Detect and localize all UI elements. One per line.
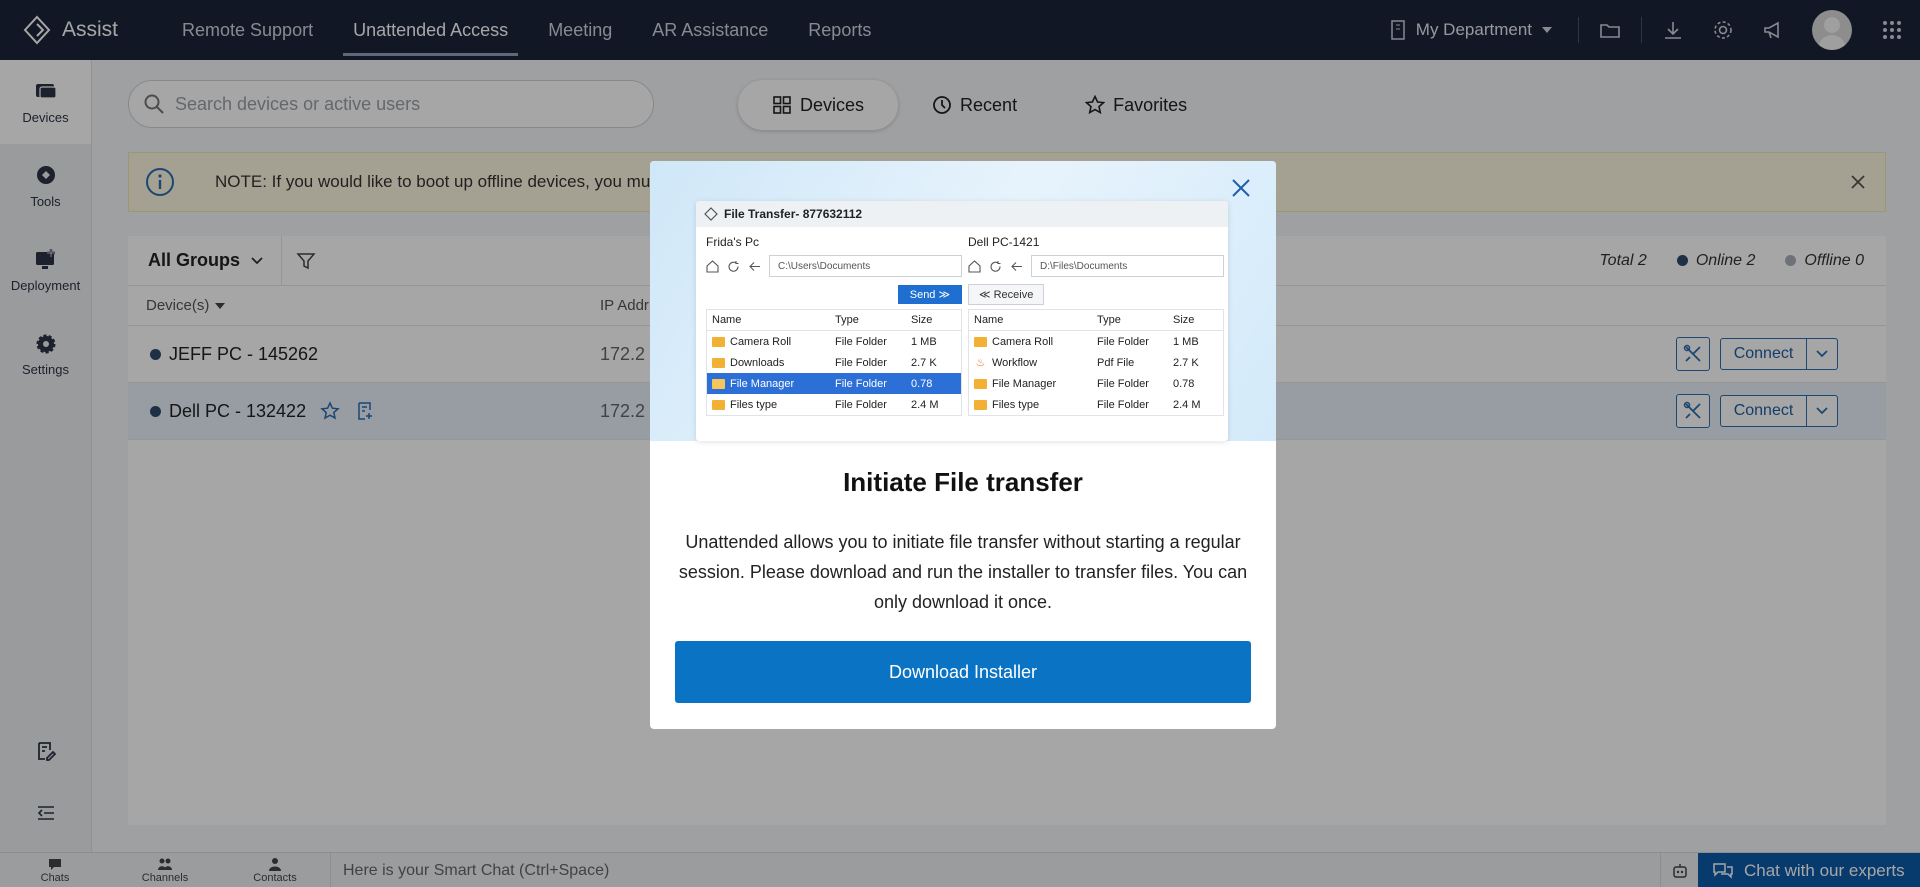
folder-icon (974, 336, 987, 347)
file-type: File Folder (835, 398, 887, 411)
file-transfer-preview: File Transfer- 877632112 Frida's Pc C:\U… (696, 201, 1228, 441)
file-name-cell: File Manager (707, 378, 831, 390)
name-header: Name (974, 314, 1004, 326)
receive-row: ≪ Receive (968, 279, 1224, 309)
file-name: Files type (992, 398, 1040, 411)
close-icon[interactable] (1228, 175, 1254, 201)
receive-label: ≪ Receive (968, 283, 1045, 305)
file-name-cell: Files type (707, 399, 831, 411)
file-name-cell: Camera Roll (707, 336, 831, 348)
file-type: File Folder (1097, 335, 1149, 348)
file-size: 2.4 M (1173, 398, 1201, 411)
refresh-icon (728, 260, 739, 272)
file-name-cell: ♨ Workflow (969, 356, 1093, 370)
file-size: 2.7 K (911, 356, 937, 369)
file-type: Pdf File (1097, 356, 1135, 369)
preview-remote-pane: Dell PC-1421 D:\Files\Documents ≪ Receiv… (968, 231, 1224, 416)
preview-local-pane: Frida's Pc C:\Users\Documents Send ≫ Nam… (706, 231, 962, 416)
local-path-row: C:\Users\Documents (706, 253, 962, 279)
file-size: 1 MB (911, 335, 937, 348)
modal-title: Initiate File transfer (843, 467, 1083, 497)
remote-file-list: Name Type Size Camera Roll File Folder 1… (968, 309, 1224, 416)
file-type: File Folder (1097, 377, 1149, 390)
file-row: File Manager File Folder 0.78 (969, 373, 1223, 394)
file-name: Camera Roll (730, 335, 792, 348)
file-name: Workflow (992, 356, 1038, 369)
folder-icon (974, 399, 987, 410)
folder-icon (712, 336, 725, 347)
refresh-icon (990, 260, 1001, 272)
home-icon (706, 259, 719, 273)
file-size: 2.4 M (911, 398, 939, 411)
send-row: Send ≫ (706, 279, 962, 309)
folder-icon (712, 378, 725, 389)
file-type: File Folder (835, 335, 887, 348)
remote-path: D:\Files\Documents (1031, 255, 1224, 277)
file-size: 0.78 (911, 377, 933, 390)
file-list-header: Name Type Size (969, 310, 1223, 331)
file-row: Camera Roll File Folder 1 MB (707, 331, 961, 352)
file-row: Files type File Folder 2.4 M (707, 394, 961, 415)
send-label: Send ≫ (897, 284, 962, 304)
folder-icon (712, 399, 725, 410)
file-size: 2.7 K (1173, 356, 1199, 369)
file-row-selected: File Manager File Folder 0.78 (707, 373, 961, 394)
file-transfer-modal: File Transfer- 877632112 Frida's Pc C:\U… (650, 161, 1276, 729)
file-name-cell: Downloads (707, 357, 831, 369)
assist-logo-icon (704, 207, 718, 221)
download-installer-button[interactable]: Download Installer (675, 641, 1251, 703)
file-size: 1 MB (1173, 335, 1199, 348)
file-row: Files type File Folder 2.4 M (969, 394, 1223, 415)
file-type: File Folder (1097, 398, 1149, 411)
type-header: Type (1097, 314, 1121, 326)
size-header: Size (1173, 314, 1195, 326)
preview-title-text: File Transfer- 877632112 (724, 207, 863, 221)
local-path: C:\Users\Documents (769, 255, 962, 277)
size-header: Size (911, 314, 933, 326)
file-size: 0.78 (1173, 377, 1195, 390)
file-name: Camera Roll (992, 335, 1054, 348)
file-name: Files type (730, 398, 778, 411)
file-name-cell: Camera Roll (969, 336, 1093, 348)
pdf-icon: ♨ (975, 357, 986, 369)
remote-path-row: D:\Files\Documents (968, 253, 1224, 279)
folder-icon (974, 378, 987, 389)
file-name: Downloads (730, 356, 785, 369)
name-header: Name (712, 314, 742, 326)
home-icon (968, 259, 981, 273)
file-type: File Folder (835, 356, 887, 369)
local-pc-name: Frida's Pc (706, 235, 759, 249)
folder-icon (712, 357, 725, 368)
file-list-header: Name Type Size (707, 310, 961, 331)
preview-window-title: File Transfer- 877632112 (696, 201, 1228, 227)
back-arrow-icon (1011, 261, 1022, 271)
file-type: File Folder (835, 377, 887, 390)
type-header: Type (835, 314, 859, 326)
remote-pc-name: Dell PC-1421 (968, 235, 1040, 249)
back-arrow-icon (749, 261, 760, 271)
file-row: Camera Roll File Folder 1 MB (969, 331, 1223, 352)
modal-hero-image: File Transfer- 877632112 Frida's Pc C:\U… (650, 161, 1276, 441)
file-name-cell: File Manager (969, 378, 1093, 390)
modal-description: Unattended allows you to initiate file t… (678, 532, 1248, 612)
file-row: Downloads File Folder 2.7 K (707, 352, 961, 373)
file-name-cell: Files type (969, 399, 1093, 411)
file-name: File Manager (730, 377, 795, 390)
local-file-list: Name Type Size Camera Roll File Folder 1… (706, 309, 962, 416)
file-row: ♨ Workflow Pdf File 2.7 K (969, 352, 1223, 373)
file-name: File Manager (992, 377, 1057, 390)
